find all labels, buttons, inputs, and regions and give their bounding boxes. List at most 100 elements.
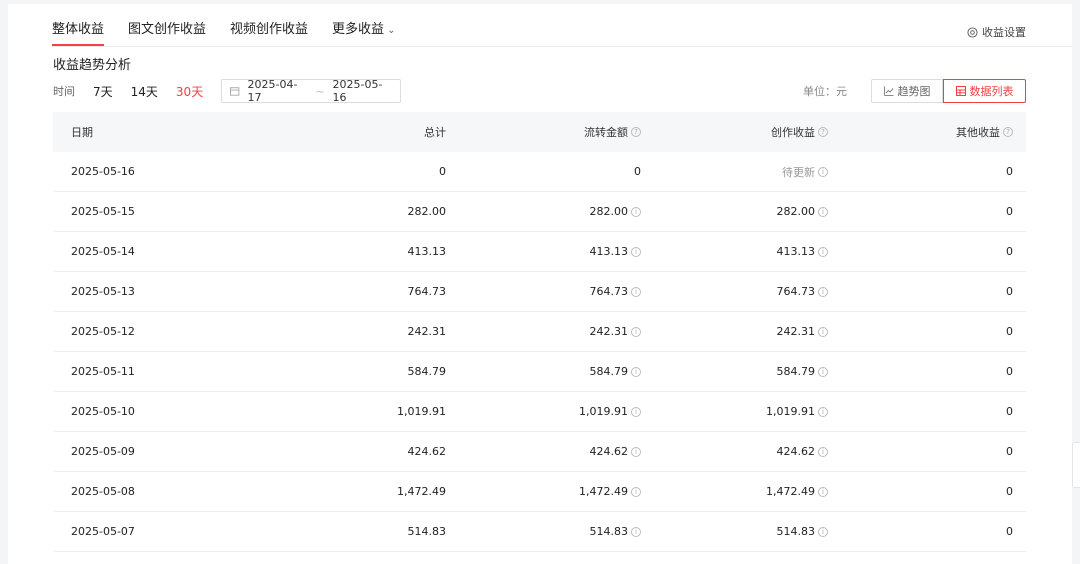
info-icon[interactable]: ? [631, 127, 641, 137]
cell-create: 413.13 [776, 245, 816, 258]
income-table: 日期 总计 流转金额? 创作收益? 其他收益? 2025-05-16 0 0 待更新 i… [53, 112, 1026, 552]
info-icon[interactable]: i [631, 246, 641, 257]
cell-create: 764.73 [776, 285, 816, 298]
info-icon[interactable]: i [818, 286, 828, 297]
info-icon[interactable]: i [631, 366, 641, 377]
header-other: 其他收益 [956, 126, 1000, 139]
info-icon[interactable]: i [818, 246, 828, 257]
view-controls: 单位：元 趋势图 数据列表 [803, 79, 1026, 103]
date-end: 2025-05-16 [332, 78, 383, 104]
cell-date: 2025-05-12 [71, 325, 135, 338]
cell-flow: 584.79 [589, 365, 629, 378]
cell-other: 0 [1006, 485, 1013, 498]
info-icon[interactable]: i [631, 486, 641, 497]
cell-flow: 424.62 [589, 445, 629, 458]
cell-total: 584.79 [407, 365, 447, 378]
trend-chart-label: 趋势图 [897, 85, 931, 98]
trend-chart-button[interactable]: 趋势图 [871, 79, 943, 103]
cell-flow: 282.00 [589, 205, 629, 218]
cell-flow: 242.31 [589, 325, 629, 338]
info-icon[interactable]: i [818, 166, 828, 177]
cell-other: 0 [1006, 205, 1013, 218]
cell-date: 2025-05-09 [71, 445, 135, 458]
cell-date: 2025-05-10 [71, 405, 135, 418]
header-create: 创作收益 [771, 126, 815, 139]
income-settings-link[interactable]: 收益设置 [967, 24, 1026, 40]
cell-flow: 1,472.49 [579, 485, 628, 498]
tab-video-income[interactable]: 视频创作收益 [230, 4, 308, 47]
tabs-divider [52, 46, 1072, 47]
cell-flow: 1,019.91 [579, 405, 628, 418]
cell-date: 2025-05-16 [71, 165, 135, 178]
scroll-handle[interactable] [1072, 442, 1080, 488]
cell-create: 282.00 [776, 205, 816, 218]
cell-total: 1,472.49 [397, 485, 446, 498]
cell-total: 242.31 [407, 325, 447, 338]
info-icon[interactable]: ? [1003, 127, 1013, 137]
filter-row: 时间 7天 14天 30天 2025-04-17 ~ 2025-05-16 单位… [53, 78, 1026, 104]
cell-date: 2025-05-11 [71, 365, 135, 378]
cell-flow: 514.83 [589, 525, 629, 538]
cell-create: 424.62 [776, 445, 816, 458]
tab-overall-income[interactable]: 整体收益 [52, 4, 105, 47]
cell-other: 0 [1006, 165, 1013, 178]
info-icon[interactable]: i [818, 326, 828, 337]
date-range-picker[interactable]: 2025-04-17 ~ 2025-05-16 [221, 78, 402, 104]
info-icon[interactable]: i [818, 526, 828, 537]
calendar-icon [230, 87, 240, 96]
header-flow: 流转金额 [584, 126, 628, 139]
cell-total: 282.00 [407, 205, 447, 218]
table-row: 2025-05-08 1,472.49 1,472.49 i 1,472.49 i 0 [53, 472, 1026, 512]
cell-create: 242.31 [776, 325, 816, 338]
cell-flow: 413.13 [589, 245, 629, 258]
cell-other: 0 [1006, 525, 1013, 538]
data-list-label: 数据列表 [969, 85, 1014, 98]
cell-other: 0 [1006, 285, 1013, 298]
info-icon[interactable]: i [818, 366, 828, 377]
settings-label: 收益设置 [982, 26, 1026, 39]
info-icon[interactable]: i [818, 446, 828, 457]
cell-create: 待更新 [782, 165, 815, 179]
time-label: 时间 [53, 85, 75, 98]
info-icon[interactable]: i [818, 406, 828, 417]
cell-date: 2025-05-08 [71, 485, 135, 498]
settings-circle-icon [967, 26, 978, 38]
cell-create: 514.83 [776, 525, 816, 538]
income-card: 整体收益 图文创作收益 视频创作收益 更多收益 ⌄ 收益设置 收益趋势分析 时间 … [8, 4, 1072, 564]
info-icon[interactable]: i [818, 486, 828, 497]
income-tabs: 整体收益 图文创作收益 视频创作收益 更多收益 ⌄ [52, 4, 419, 47]
data-list-button[interactable]: 数据列表 [943, 79, 1026, 103]
table-row: 2025-05-14 413.13 413.13 i 413.13 i 0 [53, 232, 1026, 272]
info-icon[interactable]: i [818, 206, 828, 217]
cell-date: 2025-05-15 [71, 205, 135, 218]
cell-total: 1,019.91 [397, 405, 446, 418]
info-icon[interactable]: i [631, 206, 641, 217]
info-icon[interactable]: i [631, 446, 641, 457]
cell-other: 0 [1006, 365, 1013, 378]
date-start: 2025-04-17 [247, 78, 298, 104]
info-icon[interactable]: i [631, 286, 641, 297]
range-7-days[interactable]: 7天 [93, 83, 113, 100]
cell-date: 2025-05-13 [71, 285, 135, 298]
tab-more-income[interactable]: 更多收益 ⌄ [332, 4, 395, 47]
cell-date: 2025-05-14 [71, 245, 135, 258]
table-row: 2025-05-09 424.62 424.62 i 424.62 i 0 [53, 432, 1026, 472]
tab-article-income[interactable]: 图文创作收益 [128, 4, 206, 47]
table-icon [955, 86, 966, 96]
unit-label: 单位：元 [803, 85, 847, 98]
header-total: 总计 [424, 126, 446, 139]
range-30-days[interactable]: 30天 [176, 83, 203, 100]
header-date: 日期 [71, 126, 93, 139]
cell-create: 584.79 [776, 365, 816, 378]
info-icon[interactable]: ? [818, 127, 828, 137]
cell-create: 1,472.49 [766, 485, 815, 498]
info-icon[interactable]: i [631, 326, 641, 337]
cell-date: 2025-05-07 [71, 525, 135, 538]
range-14-days[interactable]: 14天 [131, 83, 158, 100]
cell-other: 0 [1006, 405, 1013, 418]
info-icon[interactable]: i [631, 526, 641, 537]
info-icon[interactable]: i [631, 406, 641, 417]
chevron-down-icon: ⌄ [387, 25, 396, 36]
cell-total: 413.13 [407, 245, 447, 258]
cell-flow: 0 [634, 165, 641, 178]
